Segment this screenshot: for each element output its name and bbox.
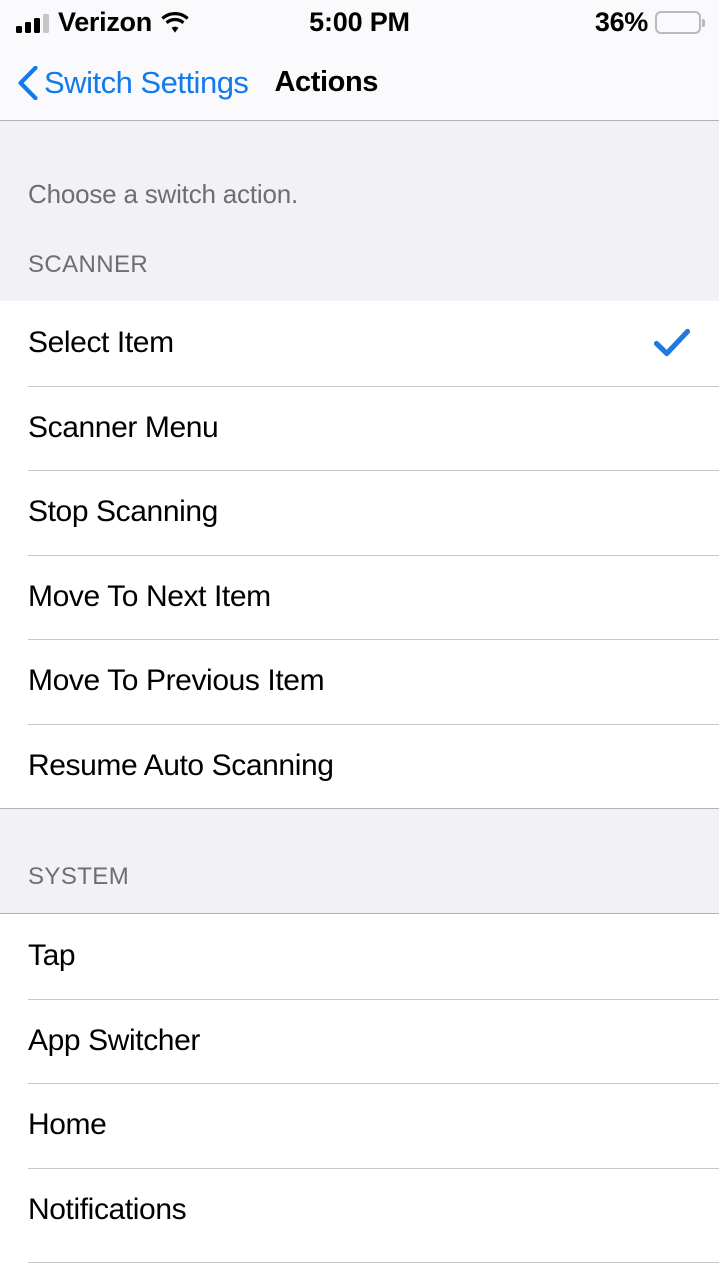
list-item-tap[interactable]: Tap [0,914,719,999]
list-item-label: Tap [28,939,76,973]
list-item-scanner-menu[interactable]: Scanner Menu [0,385,719,470]
list-item-move-to-previous-item[interactable]: Move To Previous Item [0,639,719,724]
list-item-home[interactable]: Home [0,1083,719,1168]
status-bar: Verizon 5:00 PM 36% [0,0,719,45]
system-section-header: SYSTEM [0,808,719,914]
battery-icon [655,11,701,34]
list-item-label: Move To Next Item [28,579,271,613]
list-item-label: Stop Scanning [28,495,218,529]
status-bar-right: 36% [595,9,701,36]
cellular-signal-icon [16,13,49,33]
chevron-left-icon [18,65,38,100]
list-bottom-separator [28,1262,719,1263]
carrier-label: Verizon [58,7,152,37]
list-item-label: App Switcher [28,1023,200,1057]
settings-list: Choose a switch action. SCANNER Select I… [0,121,719,1280]
section-title-system: SYSTEM [28,863,130,890]
battery-percent-label: 36% [594,7,648,37]
list-item-label: Home [28,1108,107,1142]
list-item-label: Move To Previous Item [28,664,325,698]
list-item-label: Resume Auto Scanning [28,748,334,782]
checkmark-icon [653,328,691,358]
back-button-label: Switch Settings [44,65,249,100]
list-item-label: Notifications [28,1192,187,1226]
system-rows: Tap App Switcher Home Notifications [0,914,719,1252]
list-item-stop-scanning[interactable]: Stop Scanning [0,470,719,555]
scanner-section-header: Choose a switch action. SCANNER [0,121,719,301]
section-title-scanner: SCANNER [28,251,149,278]
list-item-app-switcher[interactable]: App Switcher [0,998,719,1083]
list-item-select-item[interactable]: Select Item [0,301,719,386]
list-item-resume-auto-scanning[interactable]: Resume Auto Scanning [0,723,719,808]
page-title: Actions [274,66,378,98]
status-bar-left: Verizon [16,9,189,36]
list-item-label: Select Item [28,326,174,360]
scanner-rows: Select Item Scanner Menu Stop Scanning M… [0,301,719,808]
wifi-icon [161,12,189,33]
back-button[interactable]: Switch Settings [18,65,249,100]
iphone-screen: Verizon 5:00 PM 36% Switch Settings Acti… [0,0,719,1280]
navigation-bar: Switch Settings Actions [0,45,719,121]
list-description: Choose a switch action. [28,179,298,209]
list-item-move-to-next-item[interactable]: Move To Next Item [0,554,719,639]
list-item-label: Scanner Menu [28,410,219,444]
list-item-notifications[interactable]: Notifications [0,1167,719,1252]
